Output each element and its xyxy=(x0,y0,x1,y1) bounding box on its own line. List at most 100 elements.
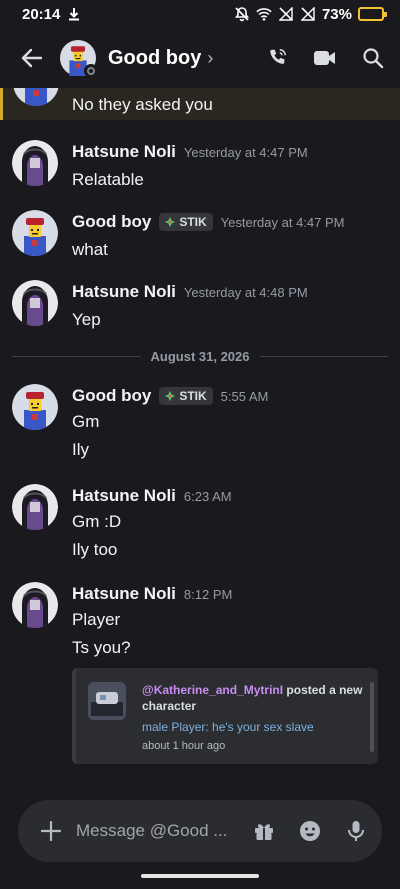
message-text: Ily xyxy=(72,440,89,459)
embed-description[interactable]: male Player: he's your sex slave xyxy=(142,720,370,734)
message-text: Yep xyxy=(72,310,101,329)
message-group[interactable]: Hatsune Noli Yesterday at 4:47 PM Relata… xyxy=(0,140,400,200)
timestamp: 6:23 AM xyxy=(183,488,232,504)
message-input[interactable] xyxy=(76,821,242,841)
author-name[interactable]: Hatsune Noli xyxy=(72,584,176,604)
message-group[interactable]: Hatsune Noli 6:23 AM Gm :D Ily too xyxy=(0,484,400,574)
embed-body: @Katherine_and_MytrinI posted a new char… xyxy=(142,682,370,752)
message-group[interactable]: Hatsune Noli 8:12 PM Player Ts you? @Kat… xyxy=(0,582,400,772)
author-name[interactable]: Hatsune Noli xyxy=(72,282,176,302)
search-button[interactable] xyxy=(360,45,386,71)
author-name[interactable]: Hatsune Noli xyxy=(72,142,176,162)
hatsune-noli-avatar[interactable] xyxy=(12,484,58,530)
embed-thumbnail-image xyxy=(88,682,126,720)
message-header: Hatsune Noli Yesterday at 4:47 PM xyxy=(72,142,308,162)
author-name[interactable]: Good boy xyxy=(72,386,151,406)
embed-thumbnail[interactable] xyxy=(88,682,126,720)
server-tag-label: STIK xyxy=(179,389,207,403)
message-header: Good boy STIK 5:55 AM xyxy=(72,386,268,406)
clan-tag-icon xyxy=(165,217,176,227)
hatsune-noli-avatar-image xyxy=(12,140,58,186)
message-list[interactable]: No they asked you Hatsune Noli Yesterday… xyxy=(0,88,400,788)
voice-call-button[interactable] xyxy=(264,45,290,71)
message-header: Good boy STIK Yesterday at 4:47 PM xyxy=(72,212,345,232)
message-text: No they asked you xyxy=(72,95,213,114)
author-name[interactable]: Hatsune Noli xyxy=(72,486,176,506)
signal-off-icon-1 xyxy=(278,6,294,22)
date-divider: August 31, 2026 xyxy=(12,346,388,366)
hatsune-noli-avatar-image xyxy=(12,280,58,326)
status-bar: 20:14 73% xyxy=(0,0,400,28)
message-text: Gm :D xyxy=(72,512,122,531)
hatsune-noli-avatar[interactable] xyxy=(12,140,58,186)
timestamp: 5:55 AM xyxy=(220,388,269,404)
timestamp: Yesterday at 4:47 PM xyxy=(183,144,308,160)
video-call-button[interactable] xyxy=(312,45,338,71)
message-header: Hatsune Noli Yesterday at 4:48 PM xyxy=(72,282,308,302)
timestamp: Yesterday at 4:48 PM xyxy=(183,284,308,300)
add-attachment-button[interactable] xyxy=(38,818,64,844)
author-name[interactable]: Good boy xyxy=(72,212,151,232)
gift-button[interactable] xyxy=(252,819,276,843)
search-icon xyxy=(363,48,384,69)
phone-icon xyxy=(270,49,286,64)
message-text: what xyxy=(72,240,108,259)
plus-icon xyxy=(41,821,61,841)
header-title[interactable]: Good boy xyxy=(108,47,201,70)
clan-tag-icon xyxy=(165,391,176,401)
message-text: Gm xyxy=(72,412,100,431)
message-text: Ts you? xyxy=(72,638,131,657)
hatsune-noli-avatar[interactable] xyxy=(12,280,58,326)
highlighted-message[interactable]: No they asked you xyxy=(0,88,400,120)
header-actions xyxy=(264,45,386,71)
server-tag-label: STIK xyxy=(179,215,207,229)
download-icon xyxy=(66,6,82,22)
hatsune-noli-avatar[interactable] xyxy=(12,582,58,628)
timestamp: Yesterday at 4:47 PM xyxy=(220,214,345,230)
server-tag[interactable]: STIK xyxy=(159,387,213,405)
embed-scrollbar[interactable] xyxy=(370,682,374,752)
home-indicator[interactable] xyxy=(141,874,259,878)
signal-off-icon-2 xyxy=(300,6,316,22)
message-composer xyxy=(18,800,382,862)
server-tag[interactable]: STIK xyxy=(159,213,213,231)
mute-icon xyxy=(234,6,250,22)
date-divider-label: August 31, 2026 xyxy=(150,348,250,364)
good-boy-avatar-image xyxy=(12,210,58,256)
chat-header: Good boy › xyxy=(0,28,400,88)
good-boy-avatar[interactable] xyxy=(13,88,59,106)
link-embed[interactable]: @Katherine_and_MytrinI posted a new char… xyxy=(72,668,378,764)
battery-percent: 73% xyxy=(321,5,352,23)
status-time: 20:14 xyxy=(22,5,61,23)
good-boy-avatar[interactable] xyxy=(12,384,58,430)
battery-icon xyxy=(358,7,387,21)
message-text: Ily too xyxy=(72,540,118,559)
offline-status-dot xyxy=(84,64,98,78)
message-header: Hatsune Noli 6:23 AM xyxy=(72,486,232,506)
hatsune-noli-avatar-image xyxy=(12,484,58,530)
status-left: 20:14 xyxy=(22,6,82,23)
voice-message-button[interactable] xyxy=(344,819,368,843)
embed-time: about 1 hour ago xyxy=(142,740,226,752)
timestamp: 8:12 PM xyxy=(183,586,233,602)
header-avatar[interactable] xyxy=(60,40,98,78)
good-boy-avatar-image xyxy=(12,384,58,430)
message-group[interactable]: Hatsune Noli Yesterday at 4:48 PM Yep xyxy=(0,280,400,340)
message-group[interactable]: Good boy STIK 5:55 AM Gm Ily xyxy=(0,384,400,474)
chevron-right-icon[interactable]: › xyxy=(207,48,213,69)
back-button[interactable] xyxy=(14,40,50,76)
message-group[interactable]: Good boy STIK Yesterday at 4:47 PM what xyxy=(0,210,400,270)
embed-title[interactable]: @Katherine_and_MytrinI posted a new char… xyxy=(142,682,370,714)
composer-actions xyxy=(252,819,368,843)
gift-icon xyxy=(255,824,273,840)
hatsune-noli-avatar-image xyxy=(12,582,58,628)
message-text: Relatable xyxy=(72,170,144,189)
wifi-icon xyxy=(256,6,272,22)
embed-mention[interactable]: @Katherine_and_MytrinI xyxy=(142,683,283,697)
message-header: Hatsune Noli 8:12 PM xyxy=(72,584,232,604)
arrow-left-icon xyxy=(21,48,43,68)
good-boy-avatar[interactable] xyxy=(12,210,58,256)
video-camera-icon xyxy=(314,51,335,65)
emoji-button[interactable] xyxy=(298,819,322,843)
message-text: Player xyxy=(72,610,121,629)
